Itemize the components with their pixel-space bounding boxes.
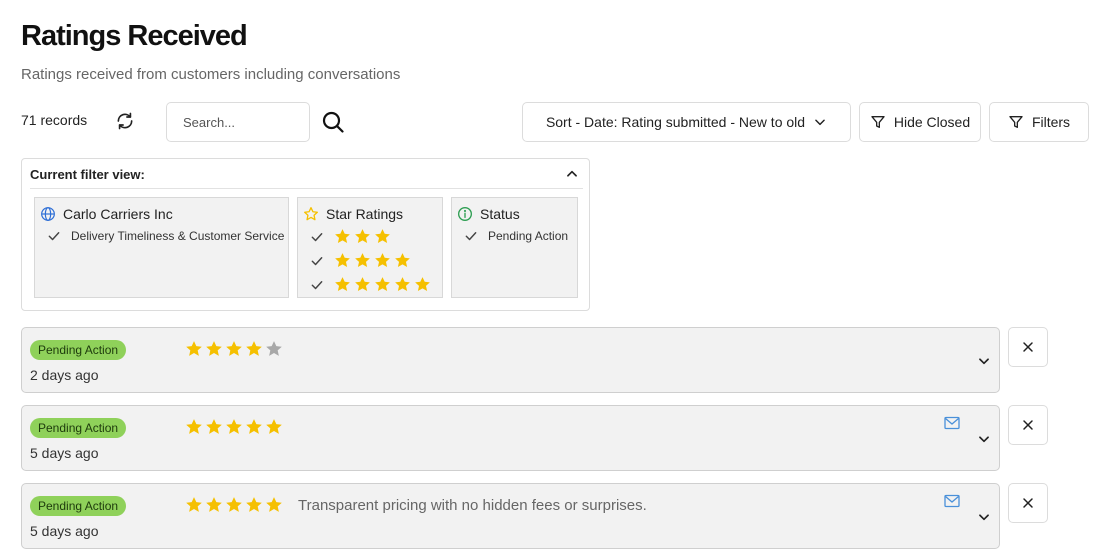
close-icon xyxy=(1023,342,1033,352)
star-filled-icon xyxy=(226,419,242,434)
dismiss-button[interactable] xyxy=(1008,483,1048,523)
filters-label: Filters xyxy=(1031,114,1071,130)
info-icon xyxy=(458,207,472,221)
filter-item: Pending Action xyxy=(464,229,568,243)
rating-stars xyxy=(185,496,283,514)
filter-item-stars xyxy=(310,276,431,293)
company-name: Carlo Carriers Inc xyxy=(63,206,173,222)
check-icon xyxy=(48,232,60,241)
filters-button[interactable]: Filters xyxy=(989,102,1089,142)
filter-item-label: Delivery Timeliness & Customer Service xyxy=(71,229,285,243)
funnel-icon xyxy=(871,116,885,128)
rating-card[interactable]: Pending Action 5 days ago xyxy=(21,405,1000,471)
star-filled-icon xyxy=(335,253,350,267)
rating-time: 5 days ago xyxy=(30,523,99,539)
rating-card[interactable]: Pending Action 2 days ago xyxy=(21,327,1000,393)
sort-dropdown[interactable]: Sort - Date: Rating submitted - New to o… xyxy=(522,102,851,142)
current-filter-panel: Current filter view: Carlo Carriers Inc … xyxy=(21,158,590,311)
rating-comment: Transparent pricing with no hidden fees … xyxy=(298,497,647,514)
star-filled-icon xyxy=(266,497,282,512)
hide-closed-button[interactable]: Hide Closed xyxy=(859,102,981,142)
star-filled-icon xyxy=(335,229,350,243)
star-filled-icon xyxy=(226,497,242,512)
star-filled-icon xyxy=(206,419,222,434)
search-input[interactable] xyxy=(166,102,310,142)
filter-item-stars xyxy=(310,228,391,245)
star-filled-icon xyxy=(186,341,202,356)
star-filled-icon xyxy=(355,229,370,243)
star-filled-icon xyxy=(395,253,410,267)
star-filled-icon xyxy=(355,277,370,291)
close-icon xyxy=(1023,420,1033,430)
rating-card[interactable]: Pending Action Transparent pricing with … xyxy=(21,483,1000,549)
filter-panel-title: Current filter view: xyxy=(30,167,145,182)
star-filled-icon xyxy=(186,419,202,434)
chevron-down-icon xyxy=(815,119,825,126)
mail-icon[interactable] xyxy=(944,494,960,508)
star-ratings-title: Star Ratings xyxy=(326,206,404,222)
chevron-down-icon[interactable] xyxy=(977,432,991,446)
star-filled-icon xyxy=(186,497,202,512)
filter-card-star-ratings: Star Ratings xyxy=(297,197,443,298)
star-filled-icon xyxy=(415,277,430,291)
filter-item-label: Pending Action xyxy=(488,229,569,243)
status-title: Status xyxy=(480,206,520,222)
refresh-icon[interactable] xyxy=(115,111,135,131)
filter-item-stars xyxy=(310,252,411,269)
star-empty-icon xyxy=(266,341,282,356)
star-filled-icon xyxy=(375,229,390,243)
close-icon xyxy=(1023,498,1033,508)
star-rating-filter xyxy=(334,276,431,293)
star-filled-icon xyxy=(266,419,282,434)
rating-stars xyxy=(185,340,283,358)
star-filled-icon xyxy=(355,253,370,267)
star-filled-icon xyxy=(206,341,222,356)
star-filled-icon xyxy=(375,253,390,267)
check-icon xyxy=(311,280,323,289)
check-icon xyxy=(311,232,323,241)
chevron-down-icon[interactable] xyxy=(977,510,991,524)
funnel-icon xyxy=(1009,116,1023,128)
rating-time: 5 days ago xyxy=(30,445,99,461)
mail-icon[interactable] xyxy=(944,416,960,430)
dismiss-button[interactable] xyxy=(1008,405,1048,445)
record-count: 71 records xyxy=(21,112,88,128)
search-icon[interactable] xyxy=(321,110,345,134)
star-outline-icon xyxy=(304,207,318,221)
filter-card-status: Status Pending Action xyxy=(451,197,578,298)
sort-label: Sort - Date: Rating submitted - New to o… xyxy=(545,114,806,130)
star-filled-icon xyxy=(335,277,350,291)
filter-item: Delivery Timeliness & Customer Service xyxy=(47,229,284,243)
star-filled-icon xyxy=(395,277,410,291)
rating-stars xyxy=(185,418,283,436)
hide-closed-label: Hide Closed xyxy=(893,114,971,130)
star-filled-icon xyxy=(246,341,262,356)
dismiss-button[interactable] xyxy=(1008,327,1048,367)
star-filled-icon xyxy=(246,419,262,434)
chevron-down-icon[interactable] xyxy=(977,354,991,368)
page-title: Ratings Received xyxy=(21,20,248,52)
star-rating-filter xyxy=(334,252,411,269)
status-badge: Pending Action xyxy=(30,496,127,516)
rating-time: 2 days ago xyxy=(30,367,99,383)
check-icon xyxy=(465,232,477,241)
status-badge: Pending Action xyxy=(30,340,127,360)
star-filled-icon xyxy=(246,497,262,512)
star-filled-icon xyxy=(226,341,242,356)
divider xyxy=(30,188,583,189)
star-rating-filter xyxy=(334,228,391,245)
check-icon xyxy=(311,256,323,265)
status-badge: Pending Action xyxy=(30,418,127,438)
chevron-up-icon[interactable] xyxy=(565,167,579,181)
star-filled-icon xyxy=(206,497,222,512)
star-filled-icon xyxy=(375,277,390,291)
page-subtitle: Ratings received from customers includin… xyxy=(21,66,401,83)
globe-icon xyxy=(41,207,55,221)
filter-card-company: Carlo Carriers Inc Delivery Timeliness &… xyxy=(34,197,289,298)
